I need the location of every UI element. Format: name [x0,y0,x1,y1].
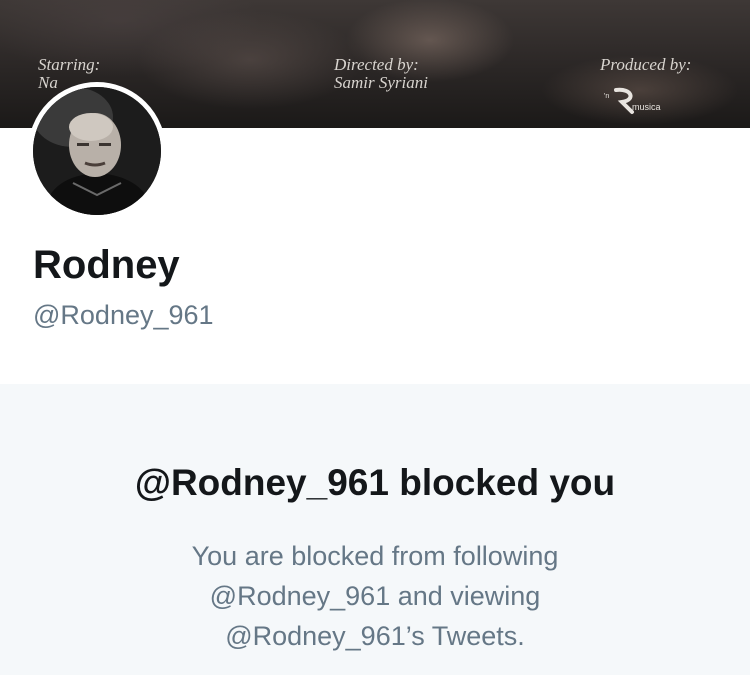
blocked-notice: @Rodney_961 blocked you You are blocked … [0,384,750,675]
blocked-description-line: You are blocked from following [191,541,559,571]
avatar-portrait [33,87,161,215]
blocked-description: You are blocked from following @Rodney_9… [0,536,750,656]
producer-logo-text: musica [632,102,661,112]
blocked-description-line: @Rodney_961’s Tweets. [225,621,525,651]
directed-value: Samir Syriani [334,73,428,92]
produced-label: Produced by: [600,55,692,74]
producer-logo: 'n musica [604,87,661,114]
display-name: Rodney [33,243,180,287]
blocked-title: @Rodney_961 blocked you [134,462,616,503]
blocked-description-line: @Rodney_961 and viewing [209,581,541,611]
profile-handle: @Rodney_961 [33,300,214,330]
avatar[interactable] [28,82,166,220]
directed-label: Directed by: [334,55,419,74]
starring-label: Starring: [38,55,101,74]
produced-credit: Produced by: [600,56,691,74]
directed-credit: Directed by: Samir Syriani [334,56,428,92]
svg-text:'n: 'n [604,93,609,100]
